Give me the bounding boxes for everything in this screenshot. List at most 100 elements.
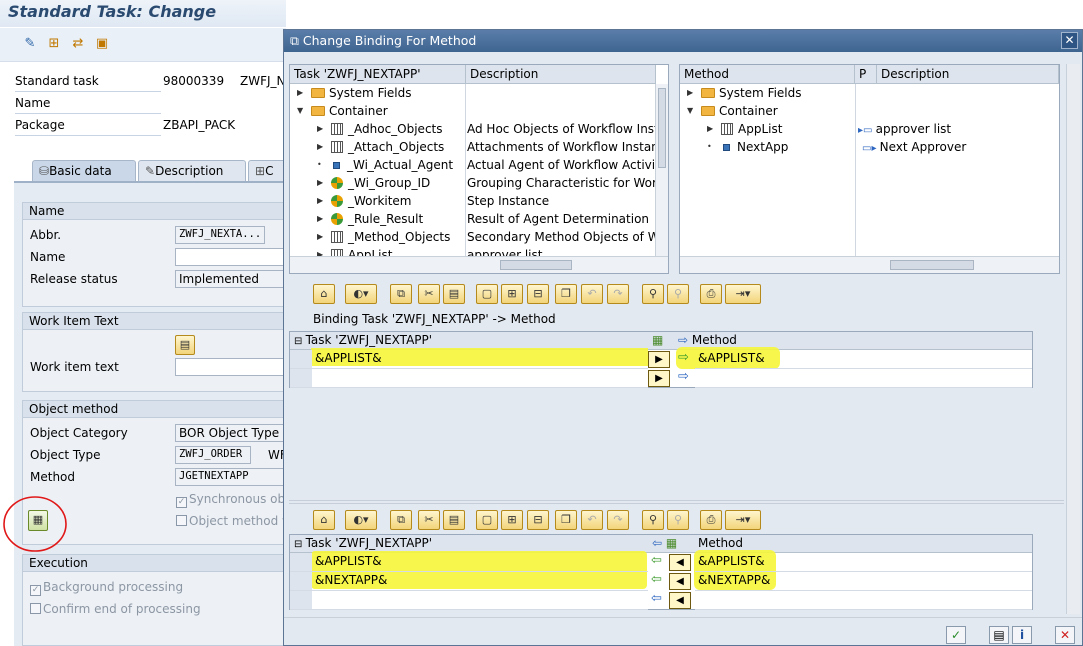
export-menu-icon[interactable]: ⇥▾ bbox=[725, 284, 761, 304]
expand-icon[interactable]: ▶ bbox=[317, 174, 323, 192]
tree-item[interactable]: ▶ _Adhoc_Objects bbox=[317, 120, 443, 138]
tab-container[interactable]: ⊞C bbox=[248, 160, 286, 182]
new-row-icon[interactable]: ▢ bbox=[476, 284, 498, 304]
hierarchy-icon[interactable]: ⊞ bbox=[46, 36, 62, 52]
direction-left-icon[interactable]: ◀ bbox=[669, 554, 691, 571]
lower-row-method[interactable] bbox=[695, 591, 1032, 610]
paste-icon[interactable]: ▤ bbox=[443, 284, 465, 304]
tree-item-applist[interactable]: ▶ AppList bbox=[707, 120, 782, 138]
cut-icon[interactable]: ✂ bbox=[418, 510, 440, 530]
row-selector[interactable] bbox=[290, 553, 312, 572]
check-binding-icon[interactable]: ◐▾ bbox=[345, 284, 377, 304]
synchronous-checkbox[interactable]: ✓ Synchronous obj bbox=[176, 492, 286, 508]
variables-icon[interactable]: ▤ bbox=[989, 626, 1009, 644]
abbr-field[interactable]: ZWFJ_NEXTA... bbox=[175, 226, 265, 244]
insert-row-icon[interactable]: ⊞ bbox=[501, 510, 523, 530]
direction-left-icon[interactable]: ◀ bbox=[669, 573, 691, 590]
tab-description[interactable]: ✎Description bbox=[138, 160, 246, 182]
find-icon[interactable]: ⚲ bbox=[642, 284, 664, 304]
delete-row-icon[interactable]: ⊟ bbox=[527, 510, 549, 530]
lower-row-task[interactable] bbox=[312, 591, 648, 610]
object-type-field[interactable]: ZWFJ_ORDER bbox=[175, 446, 251, 464]
upper-row-task[interactable]: &APPLIST& bbox=[312, 350, 648, 369]
expand-icon[interactable]: ▶ bbox=[317, 192, 323, 210]
cut-icon[interactable]: ✂ bbox=[418, 284, 440, 304]
expand-icon[interactable]: ▶ bbox=[297, 84, 303, 102]
collapse-icon[interactable]: ▼ bbox=[297, 102, 303, 120]
tree-item-nextapp[interactable]: • NextApp bbox=[707, 138, 788, 156]
object-method-checkbox[interactable]: Object method w bbox=[176, 514, 286, 528]
table-settings-icon[interactable]: ⊟ bbox=[294, 539, 306, 550]
expand-icon[interactable]: ▶ bbox=[707, 120, 713, 138]
splitter[interactable] bbox=[289, 500, 1064, 504]
clipboard-icon[interactable]: ▣ bbox=[94, 36, 110, 52]
tree-item-system-fields[interactable]: ▶ System Fields bbox=[687, 84, 802, 102]
tree-item[interactable]: ▶ _Wi_Group_ID bbox=[317, 174, 430, 192]
generate-binding-icon[interactable]: ⌂ bbox=[313, 510, 335, 530]
dialog-vscroll[interactable] bbox=[1066, 64, 1080, 614]
lower-row-method[interactable]: &NEXTAPP& bbox=[695, 572, 1032, 591]
upper-row-task[interactable] bbox=[312, 369, 648, 388]
generate-binding-icon[interactable]: ⌂ bbox=[313, 284, 335, 304]
lower-row-task[interactable]: &APPLIST& bbox=[312, 553, 648, 572]
background-processing-checkbox[interactable]: ✓ Background processing bbox=[30, 580, 183, 596]
tree-item[interactable]: ▶ _Attach_Objects bbox=[317, 138, 444, 156]
left-tree-hscroll[interactable] bbox=[290, 256, 668, 273]
tab-basic-data[interactable]: ⛁Basic data bbox=[32, 160, 136, 182]
table-settings-icon[interactable]: ⊟ bbox=[294, 336, 306, 347]
transport-icon[interactable]: ⇄ bbox=[70, 36, 86, 52]
left-tree-vscroll[interactable] bbox=[655, 84, 668, 256]
upper-row-method[interactable] bbox=[695, 369, 1032, 388]
copy-icon[interactable]: ⧉ bbox=[390, 284, 412, 304]
tree-item-system-fields[interactable]: ▶ System Fields bbox=[297, 84, 412, 102]
glasses-icon[interactable]: ✎ bbox=[22, 36, 38, 52]
row-selector[interactable] bbox=[290, 369, 312, 388]
tree-item[interactable]: ▶ AppList bbox=[317, 246, 392, 256]
undo-icon[interactable]: ↶ bbox=[581, 510, 603, 530]
find-next-icon[interactable]: ⚲ bbox=[667, 284, 689, 304]
name-field[interactable] bbox=[175, 248, 286, 266]
work-item-text-field[interactable] bbox=[175, 358, 286, 376]
expand-icon[interactable]: ▶ bbox=[317, 138, 323, 156]
confirm-end-checkbox[interactable]: Confirm end of processing bbox=[30, 602, 201, 616]
copy-row-icon[interactable]: ❐ bbox=[555, 284, 577, 304]
info-icon[interactable]: i bbox=[1012, 626, 1032, 644]
delete-row-icon[interactable]: ⊟ bbox=[527, 284, 549, 304]
close-icon[interactable]: ✕ bbox=[1061, 32, 1078, 49]
expand-icon[interactable]: ▶ bbox=[317, 228, 323, 246]
tree-item[interactable]: ▶ _Workitem bbox=[317, 192, 412, 210]
expand-icon[interactable]: ▶ bbox=[317, 120, 323, 138]
export-menu-icon[interactable]: ⇥▾ bbox=[725, 510, 761, 530]
copy-row-icon[interactable]: ❐ bbox=[555, 510, 577, 530]
row-selector[interactable] bbox=[290, 591, 312, 610]
upper-row-method[interactable]: &APPLIST& bbox=[695, 350, 1032, 369]
lower-row-method[interactable]: &APPLIST& bbox=[695, 553, 1032, 572]
find-icon[interactable]: ⚲ bbox=[642, 510, 664, 530]
insert-row-icon[interactable]: ⊞ bbox=[501, 284, 523, 304]
right-tree-hscroll[interactable] bbox=[680, 256, 1059, 273]
tree-item[interactable]: • _Wi_Actual_Agent bbox=[317, 156, 453, 174]
cancel-icon[interactable]: ✕ bbox=[1055, 626, 1075, 644]
redo-icon[interactable]: ↷ bbox=[607, 510, 629, 530]
check-binding-icon[interactable]: ◐▾ bbox=[345, 510, 377, 530]
undo-icon[interactable]: ↶ bbox=[581, 284, 603, 304]
tree-item[interactable]: ▶ _Method_Objects bbox=[317, 228, 450, 246]
method-field[interactable]: JGETNEXTAPP bbox=[175, 468, 286, 486]
redo-icon[interactable]: ↷ bbox=[607, 284, 629, 304]
find-next-icon[interactable]: ⚲ bbox=[667, 510, 689, 530]
print-icon[interactable]: ⎙ bbox=[700, 510, 722, 530]
new-row-icon[interactable]: ▢ bbox=[476, 510, 498, 530]
variables-icon[interactable]: ▤ bbox=[175, 335, 195, 355]
row-selector[interactable] bbox=[290, 350, 312, 369]
tree-item-container[interactable]: ▼ Container bbox=[687, 102, 778, 120]
collapse-icon[interactable]: ▼ bbox=[687, 102, 693, 120]
expand-icon[interactable]: ▶ bbox=[317, 210, 323, 228]
lower-row-task[interactable]: &NEXTAPP& bbox=[312, 572, 648, 591]
tree-item-container[interactable]: ▼ Container bbox=[297, 102, 388, 120]
copy-icon[interactable]: ⧉ bbox=[390, 510, 412, 530]
paste-icon[interactable]: ▤ bbox=[443, 510, 465, 530]
direction-right-icon[interactable]: ▶ bbox=[648, 370, 670, 387]
direction-left-icon[interactable]: ◀ bbox=[669, 592, 691, 609]
tree-item[interactable]: ▶ _Rule_Result bbox=[317, 210, 423, 228]
confirm-icon[interactable]: ✓ bbox=[946, 626, 966, 644]
